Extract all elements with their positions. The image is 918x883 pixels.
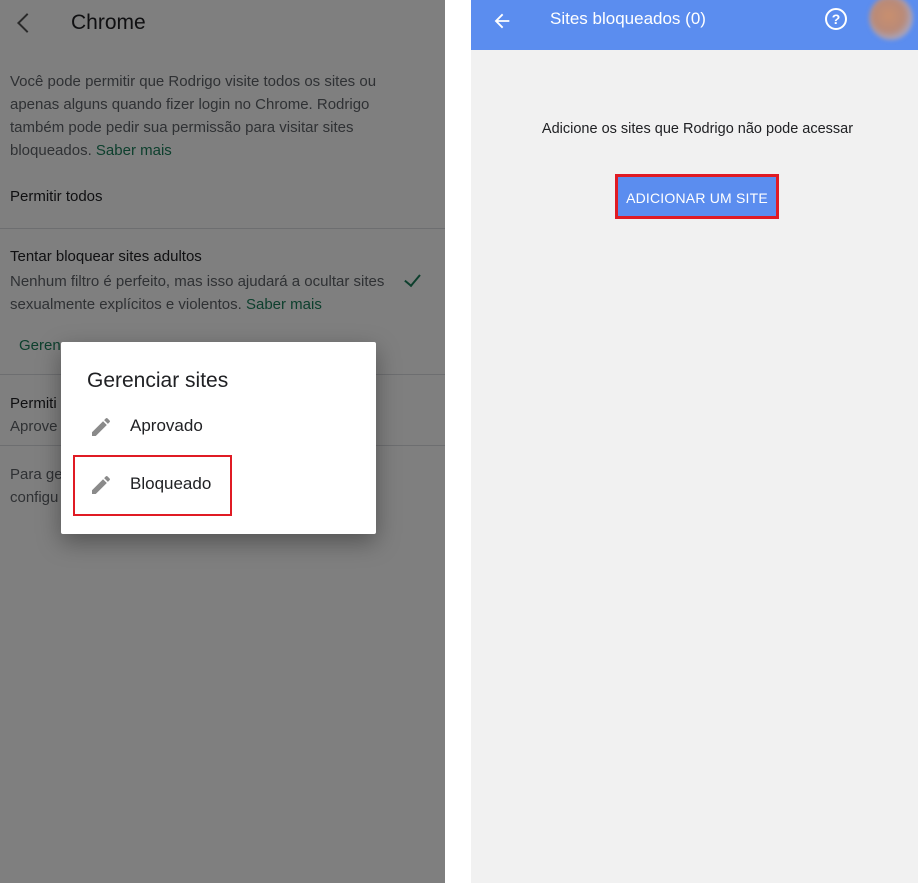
approved-label: Aprovado [130, 416, 203, 435]
blocked-sites-screen: Sites bloqueados (0) ? Adicione os sites… [471, 0, 918, 883]
help-circle-icon[interactable]: ? [825, 8, 847, 30]
toolbar-title: Sites bloqueados (0) [550, 9, 706, 28]
add-site-button[interactable]: ADICIONAR UM SITE [615, 174, 779, 219]
toolbar: Sites bloqueados (0) ? [471, 0, 918, 50]
blocked-sites-option[interactable]: Bloqueado [73, 455, 232, 516]
approved-sites-option[interactable]: Aprovado [73, 398, 233, 456]
add-site-button-label: ADICIONAR UM SITE [626, 190, 768, 206]
pencil-icon [92, 417, 111, 436]
avatar[interactable] [869, 0, 913, 40]
dialog-title: Gerenciar sites [87, 369, 229, 392]
blocked-label: Bloqueado [130, 474, 212, 493]
empty-state-message: Adicione os sites que Rodrigo não pode a… [541, 121, 854, 137]
arrow-left-icon[interactable] [491, 10, 513, 32]
family-link-chrome-settings: Chrome Você pode permitir que Rodrigo vi… [0, 0, 445, 883]
manage-sites-dialog: Gerenciar sites Aprovado Bloqueado [61, 342, 376, 534]
pencil-icon [92, 475, 111, 494]
